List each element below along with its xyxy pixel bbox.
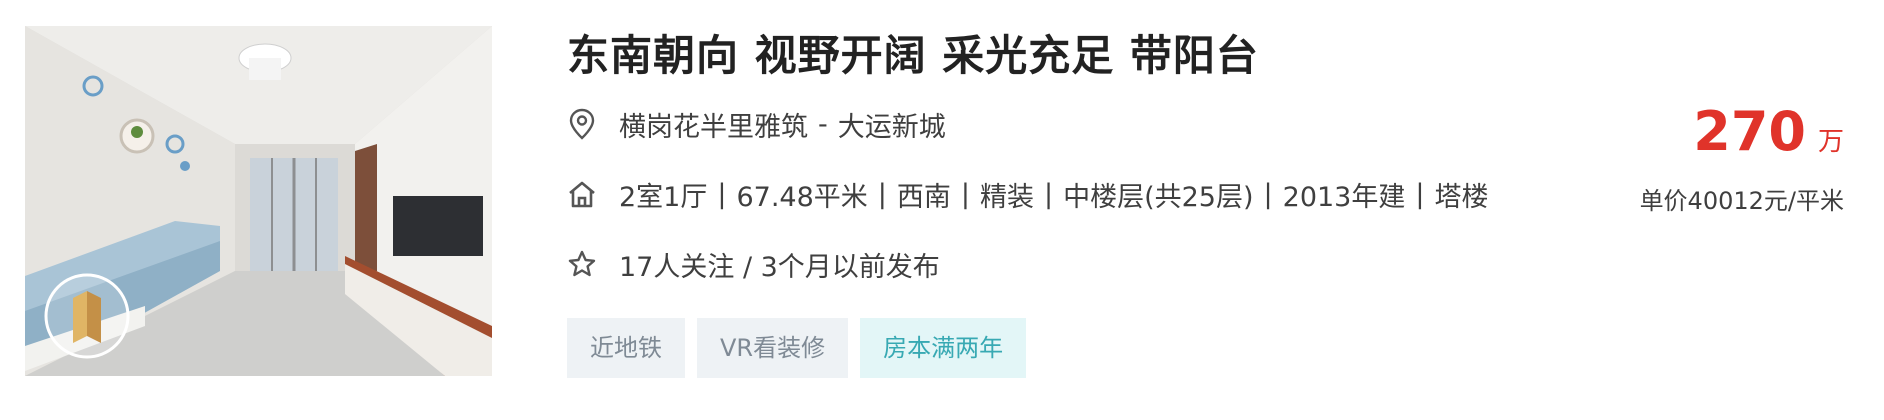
community-link[interactable]: 横岗花半里雅筑 <box>619 105 808 144</box>
listing-photo[interactable] <box>25 26 492 376</box>
house-info-row: 2室1厅 | 67.48平米 | 西南 | 精装 | 中楼层(共25层) | 2… <box>567 174 1488 214</box>
info-separator: | <box>1263 178 1273 210</box>
location-separator: - <box>818 108 828 140</box>
total-price-unit: 万 <box>1817 127 1844 157</box>
house-floor: 中楼层(共25层) <box>1063 181 1254 213</box>
follow-info-row: 17人关注 / 3个月以前发布 <box>567 244 940 284</box>
tag-certificate-two-years: 房本满两年 <box>860 318 1027 378</box>
location-pin-icon <box>567 107 597 141</box>
house-decoration: 精装 <box>979 181 1034 213</box>
total-price-value: 270 <box>1693 100 1806 163</box>
info-separator: | <box>1415 178 1425 210</box>
house-orientation: 西南 <box>896 181 951 213</box>
total-price: 270 万 <box>1640 100 1844 163</box>
price-block: 270 万 单价40012元/平米 <box>1640 100 1844 216</box>
listing-card: 东南朝向 视野开阔 采光充足 带阳台 横岗花半里雅筑 - 大运新城 2室1厅 |… <box>0 0 1884 420</box>
info-separator: | <box>717 178 727 210</box>
district-link[interactable]: 大运新城 <box>838 105 946 144</box>
location-row: 横岗花半里雅筑 - 大运新城 <box>567 104 946 144</box>
info-separator: | <box>960 178 970 210</box>
house-icon <box>567 177 597 211</box>
house-area: 67.48平米 <box>736 181 868 213</box>
tag-vr-decoration: VR看装修 <box>697 318 849 378</box>
house-build-year: 2013年建 <box>1282 181 1406 213</box>
info-separator: | <box>1043 178 1054 210</box>
vr-icon <box>43 272 131 360</box>
unit-price: 单价40012元/平米 <box>1639 187 1844 215</box>
house-layout: 2室1厅 <box>619 181 708 213</box>
house-building-type: 塔楼 <box>1434 181 1489 213</box>
tag-near-subway: 近地铁 <box>567 318 685 378</box>
tag-list: 近地铁 VR看装修 房本满两年 <box>567 318 1027 378</box>
star-icon <box>567 247 597 281</box>
follow-text: 17人关注 / 3个月以前发布 <box>619 251 940 283</box>
listing-title[interactable]: 东南朝向 视野开阔 采光充足 带阳台 <box>567 22 1259 83</box>
info-separator: | <box>877 178 887 210</box>
